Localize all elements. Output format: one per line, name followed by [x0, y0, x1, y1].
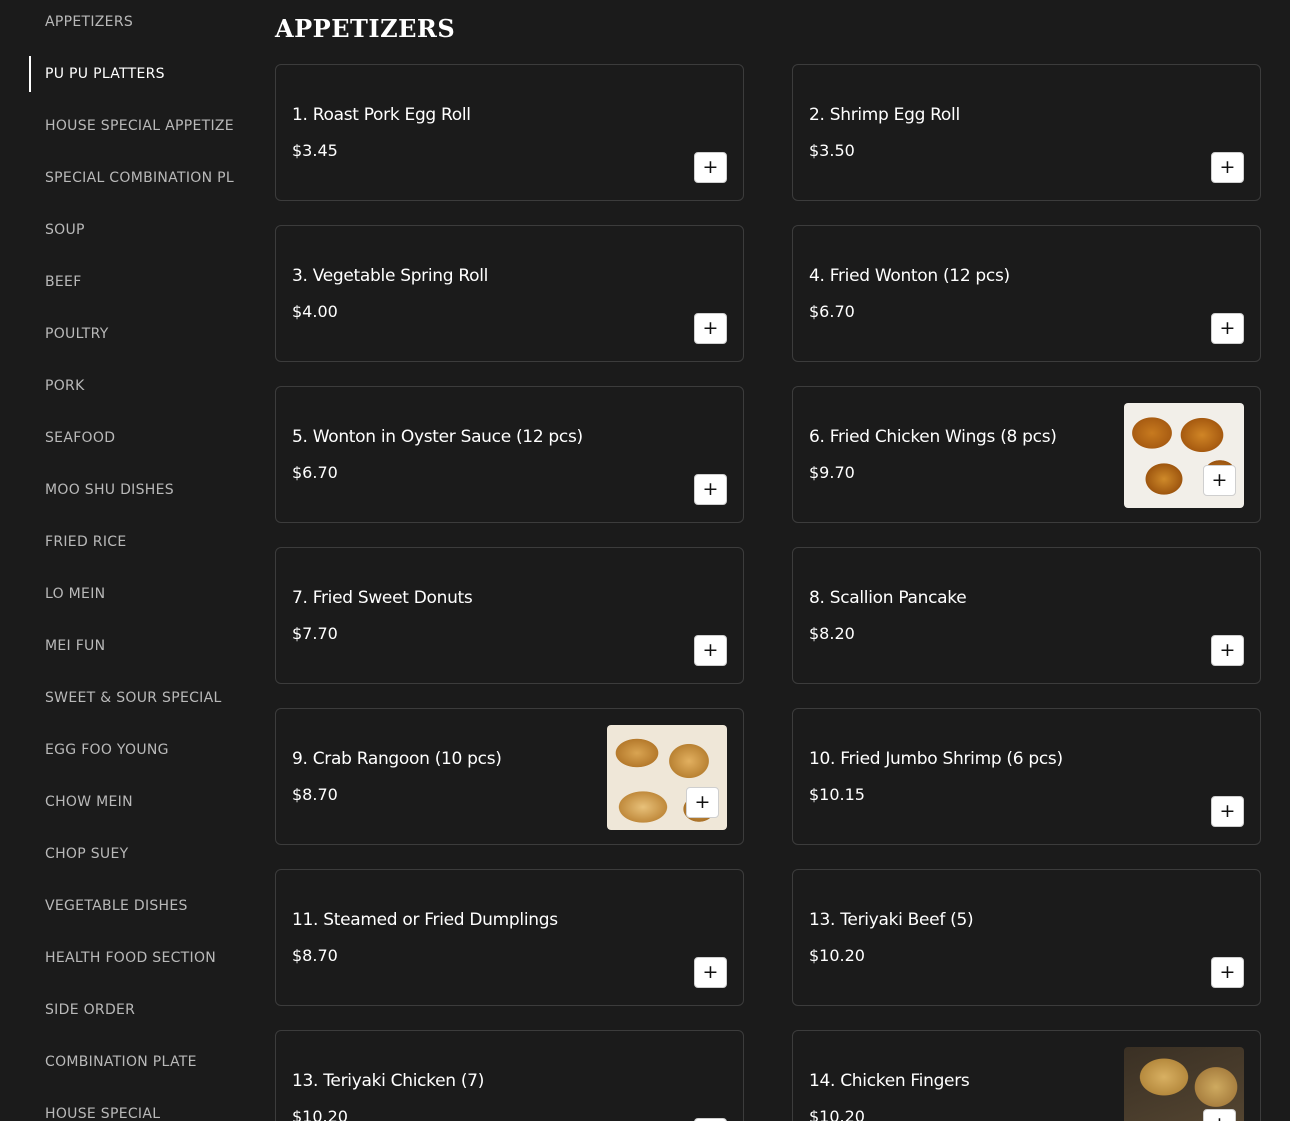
plus-icon: +	[1219, 961, 1236, 983]
item-price: $8.70	[292, 946, 338, 965]
sidebar-item-vegetable-dishes[interactable]: VEGETABLE DISHES	[29, 888, 244, 924]
item-name: 1. Roast Pork Egg Roll	[292, 105, 471, 125]
sidebar-item-chop-suey[interactable]: CHOP SUEY	[29, 836, 244, 872]
sidebar-item-chow-mein[interactable]: CHOW MEIN	[29, 784, 244, 820]
menu-item-card[interactable]: 2. Shrimp Egg Roll $3.50 +	[792, 64, 1261, 201]
sidebar-item-house-special[interactable]: HOUSE SPECIAL	[29, 1096, 244, 1121]
add-item-button[interactable]: +	[1211, 313, 1244, 344]
menu-item-card[interactable]: 7. Fried Sweet Donuts $7.70 +	[275, 547, 744, 684]
item-name: 7. Fried Sweet Donuts	[292, 588, 473, 608]
sidebar-item-beef[interactable]: BEEF	[29, 264, 244, 300]
sidebar-item-pu-pu-platters[interactable]: PU PU PLATTERS	[29, 56, 244, 92]
add-item-button[interactable]: +	[694, 313, 727, 344]
sidebar-item-poultry[interactable]: POULTRY	[29, 316, 244, 352]
menu-item-card[interactable]: 11. Steamed or Fried Dumplings $8.70 +	[275, 869, 744, 1006]
item-name: 2. Shrimp Egg Roll	[809, 105, 960, 125]
sidebar-item-soup[interactable]: SOUP	[29, 212, 244, 248]
plus-icon: +	[702, 639, 719, 661]
add-item-button[interactable]: +	[694, 474, 727, 505]
add-item-button[interactable]: +	[694, 635, 727, 666]
item-name: 6. Fried Chicken Wings (8 pcs)	[809, 427, 1057, 447]
item-name: 4. Fried Wonton (12 pcs)	[809, 266, 1010, 286]
item-price: $10.20	[809, 1107, 865, 1121]
plus-icon: +	[1219, 156, 1236, 178]
item-name: 10. Fried Jumbo Shrimp (6 pcs)	[809, 749, 1063, 769]
add-item-button[interactable]: +	[694, 957, 727, 988]
item-price: $8.70	[292, 785, 338, 804]
item-price: $7.70	[292, 624, 338, 643]
sidebar-item-sweet-sour-special[interactable]: SWEET & SOUR SPECIAL	[29, 680, 244, 716]
menu-item-card[interactable]: 13. Teriyaki Chicken (7) $10.20 +	[275, 1030, 744, 1121]
menu-item-card[interactable]: 3. Vegetable Spring Roll $4.00 +	[275, 225, 744, 362]
sidebar-item-appetizers[interactable]: APPETIZERS	[29, 4, 244, 40]
sidebar-item-combination-plate[interactable]: COMBINATION PLATE	[29, 1044, 244, 1080]
menu-item-card[interactable]: 9. Crab Rangoon (10 pcs) $8.70 +	[275, 708, 744, 845]
menu-item-card[interactable]: 4. Fried Wonton (12 pcs) $6.70 +	[792, 225, 1261, 362]
menu-page: APPETIZERS PU PU PLATTERS HOUSE SPECIAL …	[0, 0, 1290, 1121]
sidebar-item-health-food-section[interactable]: HEALTH FOOD SECTION	[29, 940, 244, 976]
menu-item-card[interactable]: 8. Scallion Pancake $8.20 +	[792, 547, 1261, 684]
menu-item-card[interactable]: 13. Teriyaki Beef (5) $10.20 +	[792, 869, 1261, 1006]
plus-icon: +	[694, 791, 711, 813]
sidebar-item-mei-fun[interactable]: MEI FUN	[29, 628, 244, 664]
sidebar-item-moo-shu-dishes[interactable]: MOO SHU DISHES	[29, 472, 244, 508]
add-item-button[interactable]: +	[1203, 1109, 1236, 1121]
item-price: $3.45	[292, 141, 338, 160]
menu-item-card[interactable]: 14. Chicken Fingers $10.20 +	[792, 1030, 1261, 1121]
menu-item-card[interactable]: 6. Fried Chicken Wings (8 pcs) $9.70 +	[792, 386, 1261, 523]
menu-item-card[interactable]: 1. Roast Pork Egg Roll $3.45 +	[275, 64, 744, 201]
item-price: $10.20	[809, 946, 865, 965]
plus-icon: +	[702, 317, 719, 339]
add-item-button[interactable]: +	[694, 152, 727, 183]
add-item-button[interactable]: +	[1211, 957, 1244, 988]
plus-icon: +	[702, 156, 719, 178]
plus-icon: +	[1219, 317, 1236, 339]
sidebar-item-seafood[interactable]: SEAFOOD	[29, 420, 244, 456]
add-item-button[interactable]: +	[1211, 635, 1244, 666]
chicken-wings-photo: +	[1124, 403, 1244, 508]
add-item-button[interactable]: +	[1211, 152, 1244, 183]
plus-icon: +	[702, 478, 719, 500]
item-price: $6.70	[292, 463, 338, 482]
sidebar-item-side-order[interactable]: SIDE ORDER	[29, 992, 244, 1028]
item-price: $6.70	[809, 302, 855, 321]
item-name: 9. Crab Rangoon (10 pcs)	[292, 749, 502, 769]
plus-icon: +	[1219, 800, 1236, 822]
item-name: 3. Vegetable Spring Roll	[292, 266, 489, 286]
item-price: $4.00	[292, 302, 338, 321]
item-price: $8.20	[809, 624, 855, 643]
sidebar-item-fried-rice[interactable]: FRIED RICE	[29, 524, 244, 560]
sidebar-item-lo-mein[interactable]: LO MEIN	[29, 576, 244, 612]
menu-item-card[interactable]: 5. Wonton in Oyster Sauce (12 pcs) $6.70…	[275, 386, 744, 523]
item-name: 5. Wonton in Oyster Sauce (12 pcs)	[292, 427, 583, 447]
plus-icon: +	[702, 961, 719, 983]
add-item-button[interactable]: +	[1211, 796, 1244, 827]
plus-icon: +	[1211, 469, 1228, 491]
category-sidebar: APPETIZERS PU PU PLATTERS HOUSE SPECIAL …	[0, 0, 250, 1121]
item-price: $3.50	[809, 141, 855, 160]
add-item-button[interactable]: +	[1203, 465, 1236, 496]
item-name: 13. Teriyaki Chicken (7)	[292, 1071, 485, 1091]
chicken-fingers-photo: +	[1124, 1047, 1244, 1121]
add-item-button[interactable]: +	[686, 787, 719, 818]
plus-icon: +	[1219, 639, 1236, 661]
sidebar-item-egg-foo-young[interactable]: EGG FOO YOUNG	[29, 732, 244, 768]
item-name: 8. Scallion Pancake	[809, 588, 967, 608]
item-name: 11. Steamed or Fried Dumplings	[292, 910, 558, 930]
sidebar-item-special-combination-platters[interactable]: SPECIAL COMBINATION PL	[29, 160, 244, 196]
section-title: APPETIZERS	[275, 14, 456, 43]
crab-rangoon-photo: +	[607, 725, 727, 830]
item-name: 14. Chicken Fingers	[809, 1071, 970, 1091]
menu-item-card[interactable]: 10. Fried Jumbo Shrimp (6 pcs) $10.15 +	[792, 708, 1261, 845]
sidebar-item-house-special-appetizers[interactable]: HOUSE SPECIAL APPETIZE	[29, 108, 244, 144]
item-price: $10.20	[292, 1107, 348, 1121]
item-price: $10.15	[809, 785, 865, 804]
item-name: 13. Teriyaki Beef (5)	[809, 910, 974, 930]
plus-icon: +	[1212, 1115, 1228, 1121]
item-price: $9.70	[809, 463, 855, 482]
sidebar-item-pork[interactable]: PORK	[29, 368, 244, 404]
